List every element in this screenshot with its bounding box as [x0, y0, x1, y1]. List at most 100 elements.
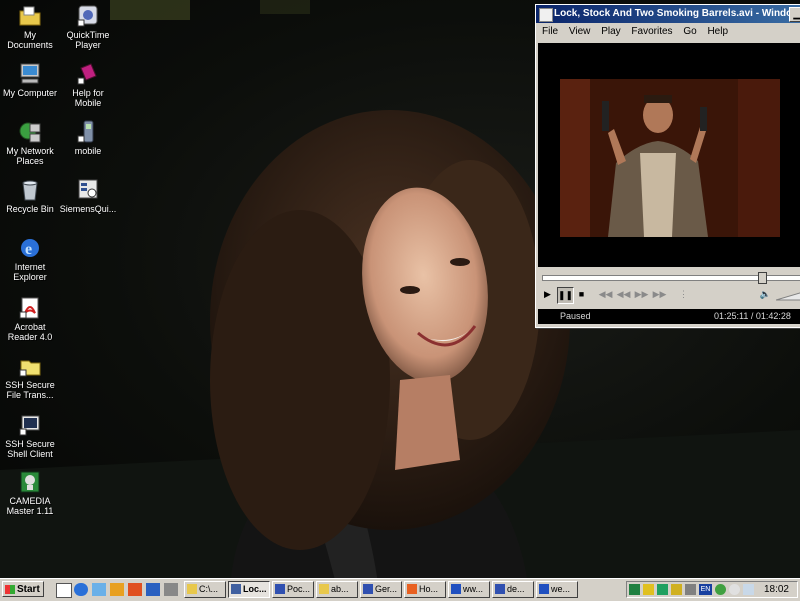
clock[interactable]: 18:02: [764, 583, 789, 597]
tray-app-icon[interactable]: [743, 584, 754, 595]
stop-button[interactable]: ■: [574, 287, 589, 302]
media-player-icon: [231, 584, 241, 594]
taskbar-button[interactable]: Poc...: [272, 581, 314, 598]
desktop-icon-label: Internet Explorer: [13, 262, 47, 282]
desktop-icon-label: mobile: [74, 146, 102, 156]
quicklaunch-app-icon[interactable]: [128, 583, 142, 596]
network-icon: [18, 120, 42, 144]
minimize-button[interactable]: ▁: [789, 7, 800, 22]
tray-app-icon[interactable]: [729, 584, 740, 595]
help-book-icon: [76, 62, 100, 86]
menu-bar: File View Play Favorites Go Help: [536, 23, 800, 41]
language-indicator[interactable]: EN: [699, 584, 712, 595]
desktop-icon-quicktime[interactable]: QuickTime Player: [58, 4, 118, 50]
desktop-icon-my-computer[interactable]: My Computer: [0, 62, 60, 98]
ssh-shell-icon: [18, 413, 42, 437]
taskbar-button-label: ab...: [331, 584, 349, 594]
taskbar-button[interactable]: ab...: [316, 581, 358, 598]
folder-icon: [187, 584, 197, 594]
quicklaunch-app-icon[interactable]: [110, 583, 124, 596]
fast-forward-icon[interactable]: ▶▶: [634, 287, 649, 302]
video-display[interactable]: [538, 43, 800, 267]
window-title: Lock, Stock And Two Smoking Barrels.avi …: [554, 8, 800, 19]
skip-forward-icon[interactable]: ▶▶: [652, 287, 667, 302]
playlist-icon[interactable]: ⋮: [676, 287, 691, 302]
seek-bar[interactable]: [542, 272, 800, 284]
taskbar-button[interactable]: Ger...: [360, 581, 402, 598]
menu-help[interactable]: Help: [707, 26, 728, 37]
menu-go[interactable]: Go: [683, 26, 696, 37]
media-player-app-icon: [539, 8, 553, 22]
desktop-icon-mobile[interactable]: mobile: [58, 120, 118, 156]
play-button[interactable]: ▶: [540, 287, 555, 302]
quicktime-icon: [76, 4, 100, 28]
playback-time: 01:25:11 / 01:42:28: [714, 311, 791, 321]
tray-app-icon[interactable]: [657, 584, 668, 595]
recycle-bin-icon: [18, 178, 42, 202]
tray-app-icon[interactable]: [671, 584, 682, 595]
desktop-icon-label: Acrobat Reader 4.0: [7, 322, 53, 342]
tray-app-icon[interactable]: [643, 584, 654, 595]
svg-text:e: e: [25, 241, 32, 258]
transport-controls: ▶ ❚❚ ■ ◀◀ ◀◀ ▶▶ ▶▶ ⋮ 🔈: [540, 287, 800, 305]
desktop-icon-recycle-bin[interactable]: Recycle Bin: [0, 178, 60, 214]
desktop-icon-label: SiemensQui...: [59, 204, 117, 214]
desktop-icon-label: My Computer: [2, 88, 57, 98]
camedia-icon: [18, 470, 42, 494]
taskbar-button[interactable]: Ho...: [404, 581, 446, 598]
desktop-icon-label: My Documents: [7, 30, 53, 50]
document-icon: [275, 584, 285, 594]
desktop-icon-ssh-shell[interactable]: SSH Secure Shell Client: [0, 413, 60, 459]
media-player-titlebar[interactable]: Lock, Stock And Two Smoking Barrels.avi …: [536, 5, 800, 23]
taskbar-button[interactable]: ww...: [448, 581, 490, 598]
desktop-icon-label: QuickTime Player: [66, 30, 110, 50]
internet-explorer-icon: e: [18, 236, 42, 260]
taskbar-button-label: C:\...: [199, 584, 219, 594]
mobile-phone-icon: [76, 120, 100, 144]
quicklaunch-app-icon[interactable]: [146, 583, 160, 596]
acrobat-icon: [18, 296, 42, 320]
tray-app-icon[interactable]: [715, 584, 726, 595]
taskbar-button-label: Ho...: [419, 584, 439, 594]
windows-logo-icon: [5, 585, 15, 594]
menu-play[interactable]: Play: [601, 26, 620, 37]
skip-back-icon[interactable]: ◀◀: [598, 287, 613, 302]
taskbar-button[interactable]: C:\...: [184, 581, 226, 598]
internet-explorer-icon[interactable]: [74, 583, 88, 596]
desktop-icon-label: SSH Secure File Trans...: [5, 380, 55, 400]
desktop-icon-acrobat[interactable]: Acrobat Reader 4.0: [0, 296, 60, 342]
desktop-icon-network-places[interactable]: My Network Places: [0, 120, 60, 166]
taskbar-button[interactable]: we...: [536, 581, 578, 598]
desktop-icon-help-for-mobile[interactable]: Help for Mobile: [58, 62, 118, 108]
media-player-window[interactable]: Lock, Stock And Two Smoking Barrels.avi …: [535, 4, 800, 328]
browser-icon: [407, 584, 417, 594]
desktop-icon-ssh-file-transfer[interactable]: SSH Secure File Trans...: [0, 354, 60, 400]
volume-icon[interactable]: 🔈: [758, 287, 773, 302]
taskbar-button[interactable]: de...: [492, 581, 534, 598]
network-tray-icon[interactable]: [629, 584, 640, 595]
menu-view[interactable]: View: [569, 26, 591, 37]
desktop-icon-siemens[interactable]: SiemensQui...: [58, 178, 118, 214]
rewind-icon[interactable]: ◀◀: [616, 287, 631, 302]
volume-tray-icon[interactable]: [685, 584, 696, 595]
start-label: Start: [17, 584, 40, 595]
seek-thumb[interactable]: [758, 272, 767, 284]
taskbar-button-active[interactable]: Loc...: [228, 581, 270, 598]
desktop-icon-internet-explorer[interactable]: e Internet Explorer: [0, 236, 60, 282]
menu-file[interactable]: File: [542, 26, 558, 37]
desktop-icon-my-documents[interactable]: My Documents: [0, 4, 60, 50]
document-icon: [495, 584, 505, 594]
quicklaunch-app-icon[interactable]: [164, 583, 178, 596]
pause-button[interactable]: ❚❚: [557, 287, 574, 304]
outlook-icon[interactable]: [92, 583, 106, 596]
playback-status: Paused: [560, 311, 591, 321]
menu-favorites[interactable]: Favorites: [631, 26, 672, 37]
volume-slider[interactable]: [776, 289, 800, 301]
show-desktop-icon[interactable]: [56, 583, 72, 598]
desktop-icon-camedia[interactable]: CAMEDIA Master 1.11: [0, 470, 60, 516]
start-button[interactable]: Start: [2, 581, 44, 597]
video-frame: [560, 79, 780, 237]
taskbar-button-label: we...: [551, 584, 571, 594]
desktop-icon-label: Recycle Bin: [6, 204, 54, 214]
taskbar-button-label: Ger...: [375, 584, 398, 594]
